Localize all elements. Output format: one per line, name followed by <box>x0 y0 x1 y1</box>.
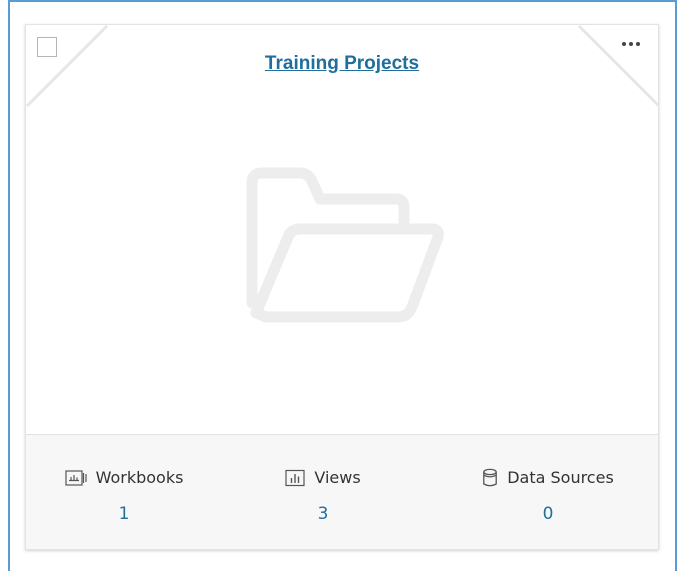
project-title-link[interactable]: Training Projects <box>265 53 419 74</box>
stat-data-sources: Data Sources 0 <box>458 467 638 525</box>
project-card-selection-frame: Training Projects Workbooks 1 Views 3 Da… <box>8 0 677 571</box>
stat-workbooks-label: Workbooks <box>95 468 184 487</box>
stat-workbooks-count[interactable]: 1 <box>54 503 194 525</box>
stat-workbooks: Workbooks 1 <box>54 467 194 525</box>
view-chart-icon <box>285 469 305 487</box>
workbook-icon <box>64 470 87 486</box>
more-horizontal-icon[interactable] <box>620 37 642 51</box>
stat-views-header: Views <box>268 467 378 489</box>
stat-workbooks-header: Workbooks <box>54 467 194 489</box>
stat-views-count[interactable]: 3 <box>268 503 378 525</box>
stat-views-label: Views <box>314 468 361 487</box>
project-stats-footer: Workbooks 1 Views 3 Data Sources 0 <box>26 434 658 549</box>
project-title: Training Projects <box>26 51 658 77</box>
project-card[interactable]: Training Projects Workbooks 1 Views 3 Da… <box>25 24 659 550</box>
stat-views: Views 3 <box>268 467 378 525</box>
stat-data-sources-header: Data Sources <box>458 467 638 489</box>
stat-data-sources-label: Data Sources <box>507 468 614 487</box>
stat-data-sources-count[interactable]: 0 <box>458 503 638 525</box>
folder-icon[interactable] <box>236 165 446 325</box>
database-icon <box>483 468 498 487</box>
